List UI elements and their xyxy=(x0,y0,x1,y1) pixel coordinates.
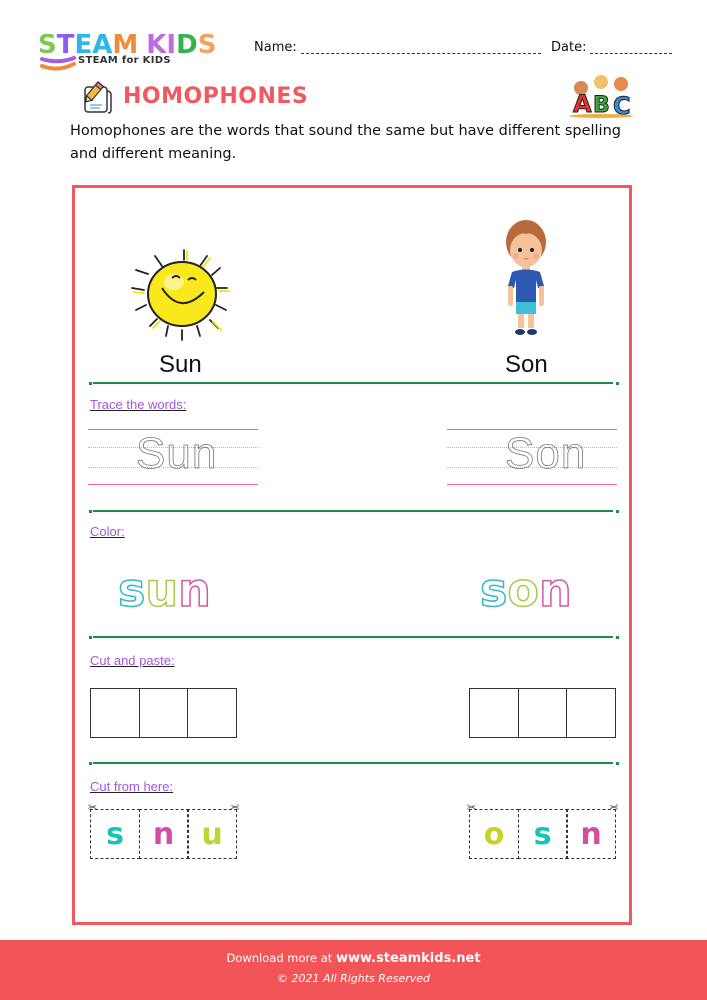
paste-boxes-son xyxy=(469,688,616,738)
paste-box[interactable] xyxy=(138,688,189,738)
color-word-sun[interactable]: sun xyxy=(117,563,211,617)
tile-letter: s xyxy=(533,816,552,852)
trace-line-set-son[interactable]: Son xyxy=(447,429,617,487)
tile-letter: s xyxy=(106,816,124,852)
logo-letter: D xyxy=(176,30,198,60)
divider-end-dot xyxy=(89,636,92,639)
footer-download-prefix: Download more at xyxy=(226,951,333,965)
tile-letter: o xyxy=(483,816,505,852)
outline-letter: o xyxy=(507,563,540,617)
cut-tiles-sun: s n u xyxy=(90,809,237,859)
logo-letter: S xyxy=(197,30,217,60)
tile-letter: n xyxy=(152,816,175,852)
scissors-icon: ✂ xyxy=(609,801,619,814)
cut-paste-section-label: Cut and paste: xyxy=(90,653,175,668)
tile-letter: u xyxy=(201,816,223,852)
name-label: Name: xyxy=(254,40,297,55)
outline-letter: n xyxy=(177,563,211,617)
divider-end-dot xyxy=(89,382,92,385)
cut-tile[interactable]: o xyxy=(469,809,519,859)
divider-end-dot xyxy=(89,762,92,765)
paste-box[interactable] xyxy=(566,688,616,738)
cut-tiles-son: o s n xyxy=(469,809,616,859)
name-field[interactable] xyxy=(301,53,541,54)
outline-letter: u xyxy=(145,563,179,617)
paste-boxes-sun xyxy=(90,688,237,738)
trace-word-son: Son xyxy=(505,429,587,478)
cut-from-section-label: Cut from here: xyxy=(90,779,174,794)
outline-letter: s xyxy=(479,563,508,617)
cut-tile[interactable]: u xyxy=(187,809,237,859)
scissors-icon: ✂ xyxy=(230,801,240,814)
section-divider xyxy=(93,636,613,638)
trace-section-label: Trace the words: xyxy=(90,397,187,412)
trace-line-set-sun[interactable]: Sun xyxy=(88,429,258,487)
trace-bottom-line xyxy=(88,484,258,485)
section-divider xyxy=(93,510,613,512)
divider-end-dot xyxy=(89,510,92,513)
color-section-label: Color: xyxy=(90,524,125,539)
trace-bottom-line xyxy=(447,484,617,485)
outline-letter: n xyxy=(538,563,572,617)
footer-download: Download more at www.steamkids.net xyxy=(0,951,707,966)
tile-letter: n xyxy=(580,816,602,852)
divider-end-dot xyxy=(616,510,619,513)
paste-box[interactable] xyxy=(187,688,237,738)
cut-tile[interactable]: n xyxy=(138,809,189,859)
footer-band xyxy=(0,940,707,1000)
logo-swoosh-icon xyxy=(40,56,76,71)
cut-tile[interactable]: s xyxy=(517,809,568,859)
section-divider xyxy=(93,382,613,384)
boy-illustration xyxy=(506,220,546,335)
worksheet-title: HOMOPHONES xyxy=(123,84,309,109)
outline-letter: s xyxy=(117,563,146,617)
trace-word-sun: Sun xyxy=(136,429,218,478)
scissors-icon: ✂ xyxy=(88,801,98,814)
color-word-son[interactable]: son xyxy=(479,563,572,617)
divider-end-dot xyxy=(616,762,619,765)
date-field[interactable] xyxy=(590,53,672,54)
svg-text:C: C xyxy=(613,92,631,118)
footer-site-link[interactable]: www.steamkids.net xyxy=(336,951,481,966)
abc-kids-illustration: A B C xyxy=(569,75,633,118)
svg-text:A: A xyxy=(573,90,592,118)
sun-illustration xyxy=(131,249,230,341)
cut-tile[interactable]: s xyxy=(90,809,140,859)
cut-tile[interactable]: n xyxy=(566,809,616,859)
pencil-paper-icon xyxy=(84,81,112,114)
divider-end-dot xyxy=(616,636,619,639)
scissors-icon: ✂ xyxy=(467,801,477,814)
paste-box[interactable] xyxy=(90,688,140,738)
word-label-sun: Sun xyxy=(159,351,202,378)
paste-box[interactable] xyxy=(517,688,568,738)
divider-end-dot xyxy=(616,382,619,385)
logo-tagline: STEAM for KIDS xyxy=(78,55,171,66)
section-divider xyxy=(93,762,613,764)
intro-text: Homophones are the words that sound the … xyxy=(70,123,621,162)
footer-copyright: © 2021 All Rights Reserved xyxy=(276,972,430,985)
date-label: Date: xyxy=(551,40,587,55)
word-label-son: Son xyxy=(505,351,548,378)
paste-box[interactable] xyxy=(469,688,519,738)
